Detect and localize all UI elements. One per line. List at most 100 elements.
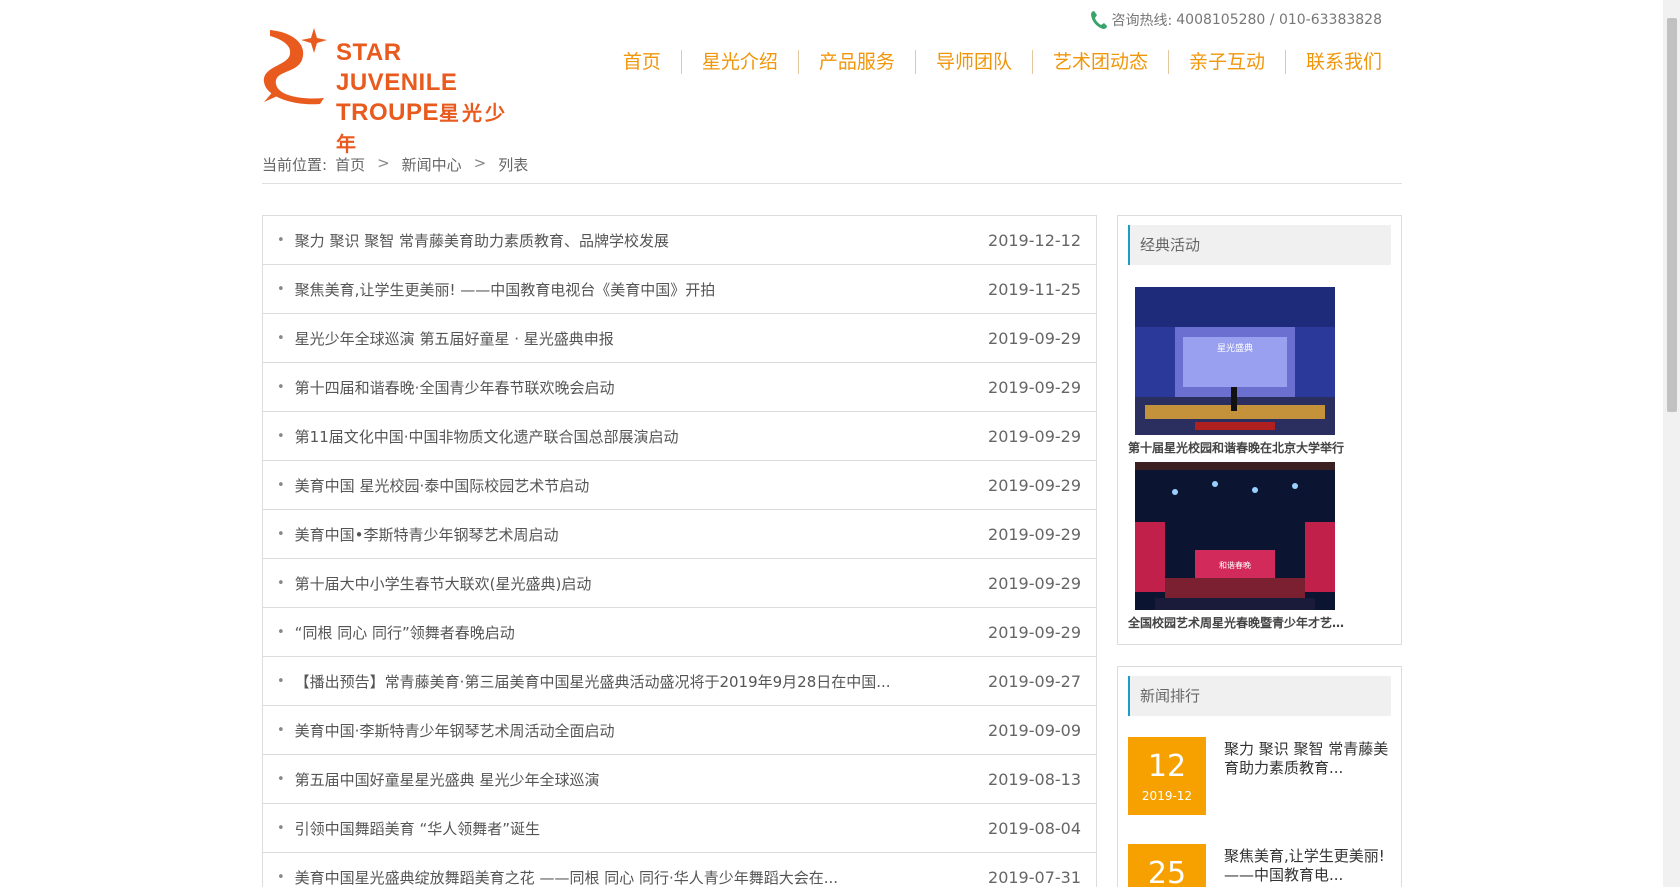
scrollbar-thumb[interactable] xyxy=(1667,18,1677,412)
bullet-icon: • xyxy=(277,673,285,689)
activity-caption-2[interactable]: 全国校园艺术周星光春晚暨青少年才艺展... xyxy=(1128,614,1353,631)
breadcrumb: 当前位置: 首页 > 新闻中心 > 列表 xyxy=(262,154,528,175)
ranking-date-badge: 25 2019-11 xyxy=(1128,844,1206,887)
news-title-link[interactable]: 第十四届和谐春晚·全国青少年春节联欢晚会启动 xyxy=(295,377,925,398)
bullet-icon: • xyxy=(277,428,285,444)
news-title-link[interactable]: 第十届大中小学生春节大联欢(星光盛典)启动 xyxy=(295,573,925,594)
news-title-link[interactable]: 聚力 聚识 聚智 常青藤美育助力素质教育、品牌学校发展 xyxy=(295,230,925,251)
bullet-icon: • xyxy=(277,526,285,542)
bullet-icon: • xyxy=(277,232,285,248)
nav-troupe-news[interactable]: 艺术团动态 xyxy=(1031,50,1168,74)
breadcrumb-label: 当前位置: xyxy=(262,156,328,174)
ranking-year-month: 2019-12 xyxy=(1141,789,1193,803)
news-date: 2019-09-29 xyxy=(988,622,1081,642)
stage-photo-1: 星光盛典 xyxy=(1135,287,1335,435)
classic-activities-title: 经典活动 xyxy=(1128,225,1391,265)
news-title-link[interactable]: 星光少年全球巡演 第五届好童星 · 星光盛典申报 xyxy=(295,328,925,349)
news-row[interactable]: • “同根 同心 同行”领舞者春晚启动 2019-09-29 xyxy=(263,608,1096,657)
news-ranking-title: 新闻排行 xyxy=(1128,676,1391,716)
breadcrumb-home[interactable]: 首页 xyxy=(335,154,365,175)
news-date: 2019-08-13 xyxy=(988,769,1081,789)
breadcrumb-separator: > xyxy=(473,154,487,172)
bullet-icon: • xyxy=(277,477,285,493)
news-date: 2019-09-29 xyxy=(988,573,1081,593)
news-title-link[interactable]: 美育中国 星光校园·泰中国际校园艺术节启动 xyxy=(295,475,925,496)
nav-mentors[interactable]: 导师团队 xyxy=(914,50,1032,74)
hotline: 咨询热线: 4008105280 / 010-63383828 xyxy=(1090,10,1382,30)
bullet-icon: • xyxy=(277,281,285,297)
ranking-title[interactable]: 聚焦美育,让学生更美丽! ——中国教育电... xyxy=(1224,847,1389,885)
news-row[interactable]: • 第十四届和谐春晚·全国青少年春节联欢晚会启动 2019-09-29 xyxy=(263,363,1096,412)
news-row[interactable]: • 第十届大中小学生春节大联欢(星光盛典)启动 2019-09-29 xyxy=(263,559,1096,608)
ranking-day: 25 xyxy=(1147,856,1187,887)
news-row[interactable]: • 【播出预告】常青藤美育·第三届美育中国星光盛典活动盛况将于2019年9月28日… xyxy=(263,657,1096,706)
news-date: 2019-09-09 xyxy=(988,720,1081,740)
news-title-link[interactable]: 第11届文化中国·中国非物质文化遗产联合国总部展演启动 xyxy=(295,426,925,447)
main-nav: 首页 星光介绍 产品服务 导师团队 艺术团动态 亲子互动 联系我们 xyxy=(603,50,1382,74)
news-date: 2019-09-27 xyxy=(988,671,1081,691)
hotline-label: 咨询热线: xyxy=(1111,13,1173,29)
news-date: 2019-08-04 xyxy=(988,818,1081,838)
stage-banner-1: 星光盛典 xyxy=(1217,342,1253,354)
phone-icon xyxy=(1090,11,1107,29)
news-row[interactable]: • 聚力 聚识 聚智 常青藤美育助力素质教育、品牌学校发展 2019-12-12 xyxy=(263,216,1096,265)
news-title-link[interactable]: 【播出预告】常青藤美育·第三届美育中国星光盛典活动盛况将于2019年9月28日在… xyxy=(295,671,925,692)
news-date: 2019-11-25 xyxy=(988,279,1081,299)
breadcrumb-divider xyxy=(262,183,1402,184)
bullet-icon: • xyxy=(277,722,285,738)
page-scrollbar[interactable] xyxy=(1663,0,1680,887)
nav-about[interactable]: 星光介绍 xyxy=(680,50,798,74)
news-row[interactable]: • 星光少年全球巡演 第五届好童星 · 星光盛典申报 2019-09-29 xyxy=(263,314,1096,363)
news-date: 2019-09-29 xyxy=(988,475,1081,495)
news-row[interactable]: • 美育中国星光盛典绽放舞蹈美育之花 ——同根 同心 同行·华人青少年舞蹈大会在.… xyxy=(263,853,1096,887)
hotline-numbers: 4008105280 / 010-63383828 xyxy=(1176,12,1382,28)
bullet-icon: • xyxy=(277,330,285,346)
news-title-link[interactable]: 美育中国星光盛典绽放舞蹈美育之花 ——同根 同心 同行·华人青少年舞蹈大会在..… xyxy=(295,867,925,887)
news-row[interactable]: • 聚焦美育,让学生更美丽! ——中国教育电视台《美育中国》开拍 2019-11-2… xyxy=(263,265,1096,314)
breadcrumb-news-center[interactable]: 新闻中心 xyxy=(402,154,462,175)
nav-contact[interactable]: 联系我们 xyxy=(1284,50,1382,74)
logo-line-1: STAR JUVENILE xyxy=(336,39,458,96)
logo-line-2: TROUPE xyxy=(336,99,440,126)
bullet-icon: • xyxy=(277,575,285,591)
news-date: 2019-09-29 xyxy=(988,524,1081,544)
activity-image-2[interactable]: 和谐春晚 xyxy=(1135,462,1335,610)
news-row[interactable]: • 引领中国舞蹈美育 “华人领舞者”诞生 2019-08-04 xyxy=(263,804,1096,853)
breadcrumb-list: 列表 xyxy=(498,156,529,174)
star-s-logo-icon xyxy=(263,28,327,105)
news-row[interactable]: • 美育中国·李斯特青少年钢琴艺术周活动全面启动 2019-09-09 xyxy=(263,706,1096,755)
news-row[interactable]: • 美育中国•李斯特青少年钢琴艺术周启动 2019-09-29 xyxy=(263,510,1096,559)
nav-family[interactable]: 亲子互动 xyxy=(1167,50,1285,74)
site-logo[interactable]: STAR JUVENILE TROUPE星光少年 xyxy=(262,26,512,156)
stage-photo-2: 和谐春晚 xyxy=(1135,462,1335,610)
news-title-link[interactable]: “同根 同心 同行”领舞者春晚启动 xyxy=(295,622,925,643)
news-date: 2019-09-29 xyxy=(988,328,1081,348)
ranking-title[interactable]: 聚力 聚识 聚智 常青藤美育助力素质教育... xyxy=(1224,740,1389,778)
bullet-icon: • xyxy=(277,771,285,787)
news-title-link[interactable]: 美育中国·李斯特青少年钢琴艺术周活动全面启动 xyxy=(295,720,925,741)
bullet-icon: • xyxy=(277,379,285,395)
news-date: 2019-07-31 xyxy=(988,867,1081,887)
breadcrumb-separator: > xyxy=(377,154,390,172)
news-title-link[interactable]: 第五届中国好童星星光盛典 星光少年全球巡演 xyxy=(295,769,925,790)
news-row[interactable]: • 第五届中国好童星星光盛典 星光少年全球巡演 2019-08-13 xyxy=(263,755,1096,804)
news-row[interactable]: • 美育中国 星光校园·泰中国际校园艺术节启动 2019-09-29 xyxy=(263,461,1096,510)
activity-caption-1[interactable]: 第十届星光校园和谐春晚在北京大学举行 xyxy=(1128,439,1353,456)
news-title-link[interactable]: 美育中国•李斯特青少年钢琴艺术周启动 xyxy=(295,524,925,545)
news-list: • 聚力 聚识 聚智 常青藤美育助力素质教育、品牌学校发展 2019-12-12 • 聚… xyxy=(262,215,1097,887)
ranking-item-1[interactable]: 12 2019-12 聚力 聚识 聚智 常青藤美育助力素质教育... xyxy=(1128,737,1393,817)
nav-products[interactable]: 产品服务 xyxy=(797,50,915,74)
ranking-item-2[interactable]: 25 2019-11 聚焦美育,让学生更美丽! ——中国教育电... xyxy=(1128,844,1393,887)
news-date: 2019-09-29 xyxy=(988,377,1081,397)
activity-image-1[interactable]: 星光盛典 xyxy=(1135,287,1335,435)
news-title-link[interactable]: 引领中国舞蹈美育 “华人领舞者”诞生 xyxy=(295,818,925,839)
ranking-date-badge: 12 2019-12 xyxy=(1128,737,1206,815)
nav-home[interactable]: 首页 xyxy=(603,50,681,74)
logo-text: STAR JUVENILE TROUPE星光少年 xyxy=(336,38,512,160)
news-title-link[interactable]: 聚焦美育,让学生更美丽! ——中国教育电视台《美育中国》开拍 xyxy=(295,279,925,300)
ranking-day: 12 xyxy=(1147,749,1187,784)
classic-activities-panel: 经典活动 星光盛典 第十届星光校园和谐春晚在北京大学举行 和谐春晚 全国校园艺术… xyxy=(1117,215,1402,645)
news-row[interactable]: • 第11届文化中国·中国非物质文化遗产联合国总部展演启动 2019-09-29 xyxy=(263,412,1096,461)
bullet-icon: • xyxy=(277,820,285,836)
bullet-icon: • xyxy=(277,624,285,640)
